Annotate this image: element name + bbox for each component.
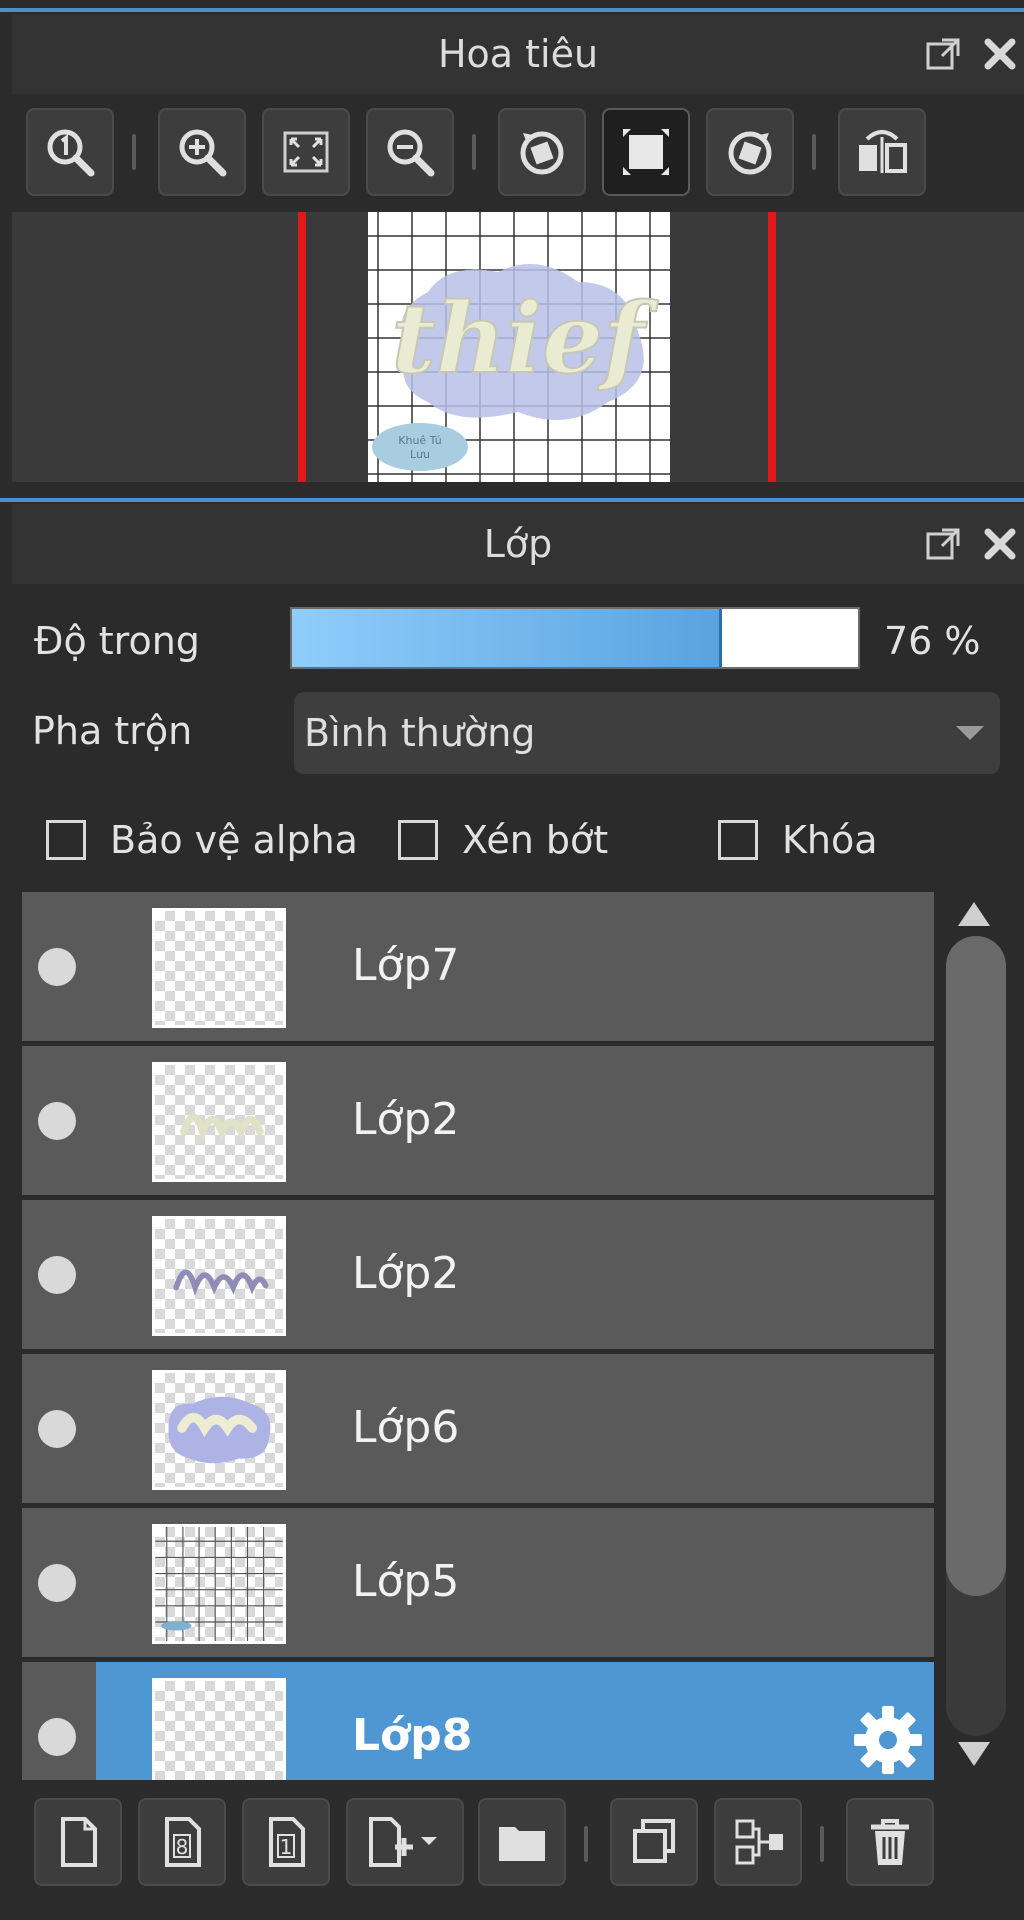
layer-list: Lớp7 Lớp2 Lớp2 Lớp6 Lớp5 Lớp8 — [22, 892, 934, 1780]
canvas-thumbnail: thief Khuê Tú Lưu — [368, 212, 670, 482]
layers-toolbar: 8 1 — [12, 1780, 1024, 1920]
zoom-out-icon[interactable] — [366, 108, 454, 196]
opacity-value: 76 % — [884, 619, 981, 663]
layer-settings-icon[interactable] — [850, 1702, 926, 1778]
view-frame-right — [768, 212, 776, 482]
scroll-up-icon[interactable] — [958, 902, 990, 926]
checkbox-box — [46, 820, 86, 860]
checkbox-box — [718, 820, 758, 860]
layer-row[interactable]: Lớp2 — [22, 1046, 934, 1198]
new-1bit-layer-icon[interactable]: 1 — [242, 1798, 330, 1886]
opacity-label: Độ trong — [34, 619, 200, 663]
add-layer-menu-icon[interactable] — [346, 1798, 464, 1886]
navigator-title: Hoa tiêu — [437, 32, 599, 76]
svg-text:1: 1 — [280, 1835, 293, 1859]
flip-horizontal-icon[interactable] — [838, 108, 926, 196]
opacity-slider[interactable] — [290, 607, 860, 669]
opacity-slider-fill — [292, 609, 723, 667]
duplicate-layer-icon[interactable] — [610, 1798, 698, 1886]
thumbnail-word: thief — [392, 282, 660, 395]
merge-down-icon[interactable] — [714, 1798, 802, 1886]
toolbar-separator — [472, 134, 476, 170]
fit-screen-icon[interactable] — [262, 108, 350, 196]
toolbar-separator — [812, 134, 816, 170]
new-8bit-layer-icon[interactable]: 8 — [138, 1798, 226, 1886]
layers-title: Lớp — [483, 522, 553, 566]
toolbar-separator — [584, 1826, 588, 1862]
layer-row[interactable]: Lớp7 — [22, 892, 934, 1044]
watermark-line-1: Khuê Tú — [398, 434, 441, 447]
view-frame-left — [298, 212, 306, 482]
layers-header: Lớp — [12, 504, 1024, 584]
lock-label: Khóa — [782, 818, 878, 862]
layer-name: Lớp7 — [352, 940, 460, 991]
visibility-toggle[interactable] — [38, 1410, 76, 1448]
scroll-down-icon[interactable] — [958, 1742, 990, 1766]
checkbox-box — [398, 820, 438, 860]
svg-text:8: 8 — [176, 1835, 189, 1859]
layer-row-selected[interactable]: Lớp8 — [22, 1662, 934, 1780]
clipping-checkbox[interactable]: Xén bớt — [398, 818, 608, 862]
layer-name: Lớp5 — [352, 1556, 460, 1607]
panel-accent-line — [0, 8, 1024, 12]
navigator-toolbar — [12, 98, 1024, 208]
delete-layer-icon[interactable] — [846, 1798, 934, 1886]
protect-alpha-label: Bảo vệ alpha — [110, 818, 358, 862]
toolbar-separator — [820, 1826, 824, 1862]
scrollbar-thumb[interactable] — [946, 936, 1006, 1596]
visibility-toggle[interactable] — [38, 1256, 76, 1294]
visibility-toggle[interactable] — [38, 1718, 76, 1756]
layer-name: Lớp2 — [352, 1248, 460, 1299]
rotate-right-icon[interactable] — [706, 108, 794, 196]
layer-thumbnail — [152, 1524, 286, 1644]
blend-label: Pha trộn — [32, 709, 193, 753]
visibility-toggle[interactable] — [38, 1564, 76, 1602]
protect-alpha-checkbox[interactable]: Bảo vệ alpha — [46, 818, 358, 862]
layer-row[interactable]: Lớp6 — [22, 1354, 934, 1506]
watermark-line-2: Lưu — [410, 448, 430, 461]
lock-checkbox[interactable]: Khóa — [718, 818, 878, 862]
layer-thumbnail — [152, 1062, 286, 1182]
canvas-thumbnail-art: thief Khuê Tú Lưu — [368, 212, 670, 482]
panel-accent-line — [0, 498, 1024, 502]
layer-row[interactable]: Lớp5 — [22, 1508, 934, 1660]
zoom-in-icon[interactable] — [158, 108, 246, 196]
layer-list-scrollbar[interactable] — [940, 892, 1012, 1780]
zoom-actual-icon[interactable] — [26, 108, 114, 196]
folder-icon[interactable] — [478, 1798, 566, 1886]
layer-name: Lớp6 — [352, 1402, 460, 1453]
layer-thumbnail — [152, 1216, 286, 1336]
clipping-label: Xén bớt — [462, 818, 609, 862]
layer-name: Lớp8 — [352, 1710, 473, 1761]
toolbar-separator — [132, 134, 136, 170]
layer-name: Lớp2 — [352, 1094, 460, 1145]
navigator-header: Hoa tiêu — [12, 14, 1024, 94]
blend-mode-value: Bình thường — [304, 711, 536, 755]
new-layer-icon[interactable] — [34, 1798, 122, 1886]
popout-icon[interactable] — [922, 32, 966, 76]
dropdown-arrow-icon — [956, 726, 984, 740]
layer-row[interactable]: Lớp2 — [22, 1200, 934, 1352]
blend-mode-select[interactable]: Bình thường — [294, 692, 1000, 774]
visibility-toggle[interactable] — [38, 948, 76, 986]
rotate-left-icon[interactable] — [498, 108, 586, 196]
layer-thumbnail — [152, 1370, 286, 1490]
fit-canvas-icon[interactable] — [602, 108, 690, 196]
navigator-preview[interactable]: thief Khuê Tú Lưu — [12, 212, 1024, 482]
close-icon[interactable] — [978, 522, 1022, 566]
visibility-toggle[interactable] — [38, 1102, 76, 1140]
layer-thumbnail — [152, 1678, 286, 1780]
layer-thumbnail — [152, 908, 286, 1028]
close-icon[interactable] — [978, 32, 1022, 76]
popout-icon[interactable] — [922, 522, 966, 566]
